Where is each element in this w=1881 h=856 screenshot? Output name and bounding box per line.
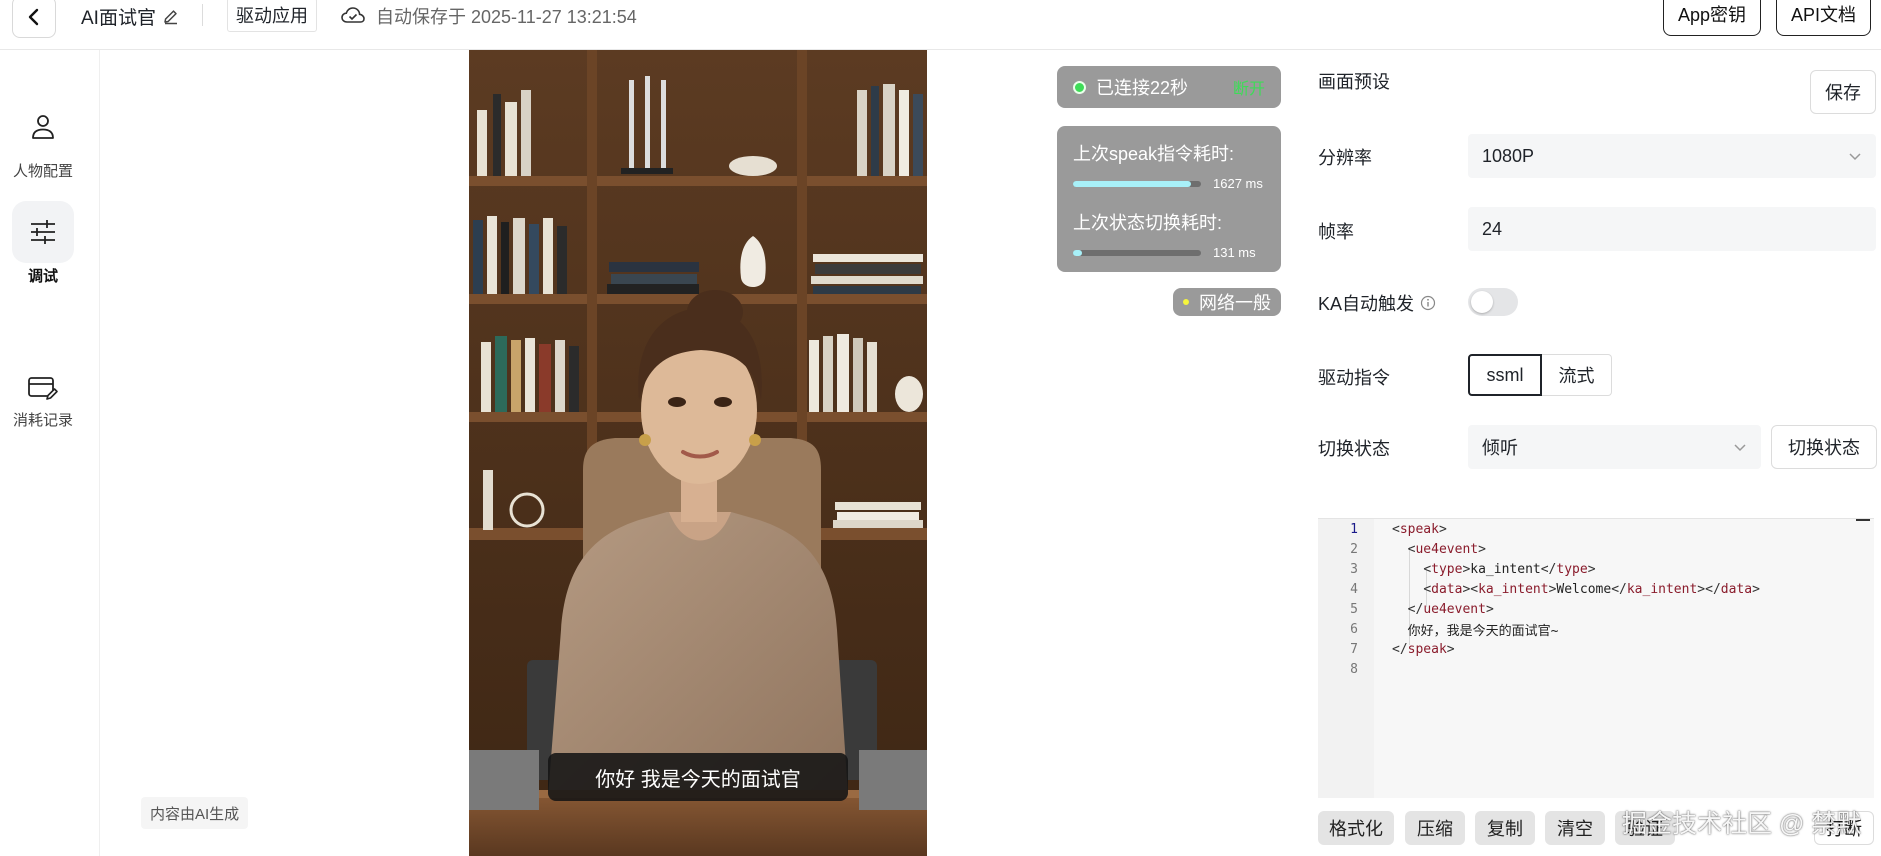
autosave-status: 自动保存于 2025-11-27 13:21:54 — [340, 3, 637, 29]
state-latency-label: 上次状态切换耗时: — [1073, 213, 1223, 233]
state-select[interactable]: 倾听 — [1468, 425, 1761, 469]
speak-latency-bar — [1073, 180, 1201, 187]
network-status-badge: 网络一般 — [1173, 288, 1281, 316]
side-icon-wrap — [12, 371, 74, 407]
ka-auto-trigger-toggle[interactable] — [1468, 288, 1518, 316]
speak-latency-row: 1627 ms — [1073, 176, 1265, 191]
code-line: 3 <type>ka_intent</type> — [1318, 559, 1874, 579]
side-icon-wrap — [12, 96, 74, 158]
info-icon[interactable] — [1420, 295, 1436, 311]
code-text: <data><ka_intent>Welcome</ka_intent></da… — [1423, 581, 1760, 597]
state-latency-value: 131 ms — [1213, 245, 1256, 260]
code-text: </speak> — [1392, 641, 1455, 657]
code-line: 6 你好，我是今天的面试官~ — [1318, 619, 1874, 639]
cloud-check-icon — [341, 7, 365, 23]
switch-state-label: 切换状态 — [1318, 439, 1390, 459]
sliders-icon — [31, 220, 55, 244]
speak-latency-label: 上次speak指令耗时: — [1073, 144, 1235, 164]
resolution-label: 分辨率 — [1318, 148, 1372, 168]
compress-button[interactable]: 压缩 — [1405, 811, 1465, 845]
state-latency-row: 131 ms — [1073, 245, 1265, 260]
sidebar-item-label: 调试 — [27, 268, 58, 285]
api-doc-button[interactable]: API文档 — [1776, 0, 1871, 36]
line-number: 1 — [1350, 521, 1358, 537]
command-option-ssml[interactable]: ssml — [1468, 354, 1542, 396]
code-line: 2 <ue4event> — [1318, 539, 1874, 559]
disconnect-button[interactable]: 断开 — [1233, 75, 1265, 99]
edit-icon[interactable] — [162, 8, 180, 26]
network-text: 网络一般 — [1199, 293, 1271, 313]
code-text: </ue4event> — [1407, 601, 1494, 617]
avatar-video-preview: 你好 我是今天的面试官 — [469, 50, 927, 856]
network-dot-icon — [1183, 299, 1189, 305]
latency-panel: 上次speak指令耗时: 1627 ms 上次状态切换耗时: 131 ms — [1057, 126, 1281, 272]
code-line: 5 </ue4event> — [1318, 599, 1874, 619]
divider — [202, 4, 203, 26]
card-edit-icon — [28, 377, 58, 400]
sidebar-item-character-config[interactable]: 人物配置 — [0, 96, 86, 181]
app-title: AI面试官 — [81, 3, 180, 30]
toggle-knob — [1471, 291, 1493, 313]
resolution-select[interactable]: 1080P — [1468, 134, 1876, 178]
code-text: <speak> — [1392, 521, 1447, 537]
video-subtitle: 你好 我是今天的面试官 — [548, 753, 848, 801]
line-number: 8 — [1350, 661, 1358, 677]
person-icon — [32, 115, 54, 139]
code-line: 8 — [1318, 659, 1874, 679]
save-button[interactable]: 保存 — [1810, 70, 1876, 114]
switch-state-button[interactable]: 切换状态 — [1771, 425, 1877, 469]
command-option-stream[interactable]: 流式 — [1542, 354, 1612, 396]
line-number: 6 — [1350, 621, 1358, 637]
connected-dot-icon — [1073, 80, 1086, 94]
line-number: 4 — [1350, 581, 1358, 597]
framerate-input[interactable]: 24 — [1468, 207, 1876, 251]
drive-app-tag: 驱动应用 — [227, 0, 317, 32]
line-number: 7 — [1350, 641, 1358, 657]
speak-latency-value: 1627 ms — [1213, 176, 1263, 191]
back-button[interactable] — [12, 0, 56, 38]
sidebar-item-debug[interactable]: 调试 — [0, 201, 86, 286]
code-text: <ue4event> — [1407, 541, 1486, 557]
ka-auto-trigger-label: KA自动触发 — [1318, 290, 1436, 316]
line-number: 5 — [1350, 601, 1358, 617]
ai-generated-badge: 内容由AI生成 — [141, 797, 249, 829]
app-name: AI面试官 — [81, 8, 156, 29]
chevron-left-icon — [28, 8, 39, 26]
command-label: 驱动指令 — [1318, 368, 1390, 388]
copy-button[interactable]: 复制 — [1475, 811, 1535, 845]
top-bar: AI面试官 驱动应用 自动保存于 2025-11-27 13:21:54 App… — [0, 0, 1881, 50]
chevron-down-icon — [1849, 153, 1861, 161]
connection-text: 已连接22秒 — [1096, 78, 1189, 98]
format-button[interactable]: 格式化 — [1318, 811, 1394, 845]
framerate-value: 24 — [1482, 218, 1503, 239]
code-line: 4 <data><ka_intent>Welcome</ka_intent></… — [1318, 579, 1874, 599]
side-icon-wrap — [12, 201, 74, 263]
code-text: 你好，我是今天的面试官~ — [1392, 623, 1559, 639]
line-number: 3 — [1350, 561, 1358, 577]
ssml-code-editor[interactable]: 1 <speak> 2 <ue4event> 3 <type>ka_intent… — [1318, 518, 1874, 798]
state-latency-fill — [1073, 249, 1082, 256]
sidebar-item-usage-records[interactable]: 消耗记录 — [0, 371, 86, 430]
clear-button[interactable]: 清空 — [1545, 811, 1605, 845]
section-title: 画面预设 — [1318, 72, 1390, 92]
app-key-button[interactable]: App密钥 — [1663, 0, 1761, 36]
avatar-scene-image — [469, 50, 927, 856]
chevron-down-icon — [1734, 444, 1746, 452]
line-number: 2 — [1350, 541, 1358, 557]
state-latency-bar — [1073, 249, 1201, 256]
code-line: 1 <speak> — [1318, 519, 1874, 539]
speak-latency-fill — [1073, 180, 1191, 187]
state-value: 倾听 — [1482, 438, 1518, 458]
resolution-value: 1080P — [1482, 145, 1535, 166]
connection-status-panel: 已连接22秒 断开 — [1057, 66, 1281, 108]
sidebar-item-label: 消耗记录 — [12, 412, 73, 429]
autosave-text: 自动保存于 2025-11-27 13:21:54 — [376, 7, 637, 27]
watermark-text: 掘金技术社区 @ 禁默 — [1622, 810, 1862, 838]
code-text: <type>ka_intent</type> — [1423, 561, 1596, 577]
sidebar-item-label: 人物配置 — [12, 163, 73, 180]
left-sidebar: 人物配置 调试 消耗记录 — [0, 50, 100, 856]
code-line: 7 </speak> — [1318, 639, 1874, 659]
ka-label-text: KA自动触发 — [1318, 294, 1415, 314]
framerate-label: 帧率 — [1318, 222, 1354, 242]
